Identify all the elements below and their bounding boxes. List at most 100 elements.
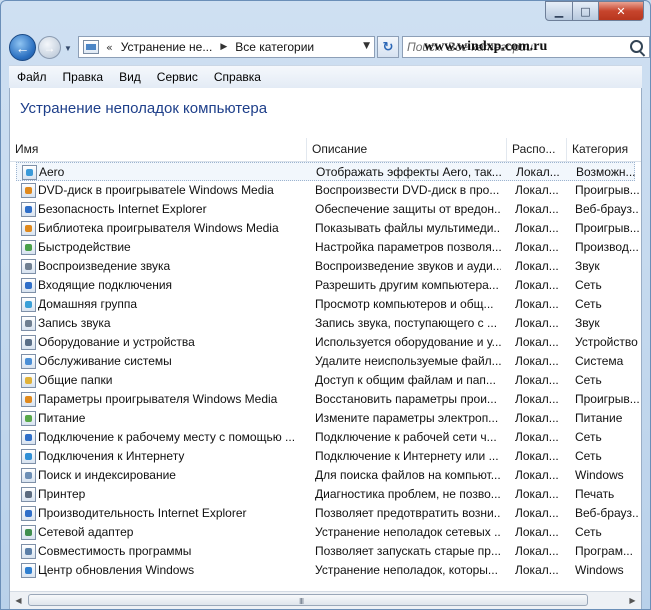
refresh-icon: ↻ [382,39,394,55]
item-description: Диагностика проблем, не позво... [315,487,501,501]
menu-file[interactable]: Файл [9,70,55,84]
item-location: Локал... [515,468,559,482]
item-location: Локал... [515,563,559,577]
list-item[interactable]: Сетевой адаптер Устранение неполадок сете… [10,523,641,542]
item-category: Возможн... [576,165,636,179]
minimize-button[interactable]: ▁ [545,1,573,21]
menu-edit[interactable]: Правка [55,70,112,84]
refresh-button[interactable]: ↻ [377,36,399,58]
scroll-left-button[interactable]: ◀ [10,592,27,609]
list-item[interactable]: Производительность Internet Explorer Позв… [10,504,641,523]
forward-arrow-icon: → [43,40,56,55]
list-item[interactable]: Подключения к Интернету Подключение к Инт… [10,447,641,466]
item-name: Совместимость программы [38,544,192,558]
list-item[interactable]: Подключение к рабочему месту с помощью .… [10,428,641,447]
item-name: Сетевой адаптер [38,525,134,539]
media-settings-icon [21,392,36,407]
item-location: Локал... [516,165,560,179]
scroll-thumb[interactable]: III [28,594,588,606]
workplace-icon [21,430,36,445]
address-overflow-chevron[interactable]: « [106,41,113,54]
maximize-button[interactable]: □ [573,1,599,21]
internet-icon [21,449,36,464]
list-item[interactable]: Безопасность Internet Explorer Обеспечени… [10,200,641,219]
item-location: Локал... [515,449,559,463]
item-category: Веб-брауз... [575,202,639,216]
list-item[interactable]: Входящие подключения Разрешить другим ком… [10,276,641,295]
list-item[interactable]: Общие папки Доступ к общим файлам и пап..… [10,371,641,390]
address-dropdown-icon[interactable]: ▼ [363,41,370,51]
item-description: Обеспечение защиты от вредон... [315,202,501,216]
column-header-name[interactable]: Имя [10,138,307,161]
item-name: Безопасность Internet Explorer [38,202,207,216]
scroll-right-button[interactable]: ▶ [624,592,641,609]
list-item[interactable]: Оборудование и устройства Используется об… [10,333,641,352]
item-location: Локал... [515,278,559,292]
item-location: Локал... [515,335,559,349]
list-item[interactable]: DVD-диск в проигрыватele Windows Media Во… [10,181,641,200]
item-category: Сеть [575,297,602,311]
column-header-category[interactable]: Категория [567,138,643,161]
item-location: Локал... [515,259,559,273]
item-location: Локал... [515,240,559,254]
item-name: Центр обновления Windows [38,563,195,577]
list-item[interactable]: Воспроизведение звука Воспроизведение зву… [10,257,641,276]
aero-icon [22,165,37,180]
item-location: Локал... [515,487,559,501]
list-item[interactable]: Запись звука Запись звука, поступающего с… [10,314,641,333]
list-item[interactable]: Быстродействие Настройка параметров позво… [10,238,641,257]
explorer-window: ▁ □ ✕ ← → ▼ « Устранение не... ▶ Все кат… [0,0,651,610]
item-category: Програм... [575,544,633,558]
list-item[interactable]: Совместимость программы Позволяет запуска… [10,542,641,561]
item-location: Локал... [515,411,559,425]
close-button[interactable]: ✕ [599,1,644,21]
maintenance-icon [21,354,36,369]
menu-help[interactable]: Справка [206,70,269,84]
menu-view[interactable]: Вид [111,70,149,84]
windows-update-icon [21,563,36,578]
list-item[interactable]: Центр обновления Windows Устранение непол… [10,561,641,580]
dvd-icon [21,183,36,198]
breadcrumb-separator-icon[interactable]: ▶ [220,42,227,52]
item-location: Локал... [515,373,559,387]
list-header: Имя Описание Распо... Категория [10,138,641,162]
breadcrumb-all-categories[interactable]: Все категории [235,40,314,54]
horizontal-scrollbar[interactable]: ◀ III ▶ [10,591,641,609]
menu-bar: Файл Правка Вид Сервис Справка [9,65,642,89]
address-bar[interactable]: « Устранение не... ▶ Все категории ▼ [78,36,375,58]
list-item[interactable]: Библиотека проигрывателя Windows Media По… [10,219,641,238]
item-category: Windows [575,468,624,482]
item-description: Восстановить параметры прои... [315,392,497,406]
performance-icon [21,240,36,255]
list-item[interactable]: Домашняя группа Просмотр компьютеров и об… [10,295,641,314]
item-name: Параметры проигрывателя Windows Media [38,392,278,406]
search-icon[interactable] [630,40,643,53]
menu-tools[interactable]: Сервис [149,70,206,84]
item-description: Просмотр компьютеров и общ... [315,297,494,311]
back-button[interactable]: ← [9,34,36,61]
item-description: Отображать эффекты Aero, так... [316,165,502,179]
list-item[interactable]: Aero Отображать эффекты Aero, так... Локал… [16,162,636,181]
item-location: Локал... [515,297,559,311]
item-location: Локал... [515,354,559,368]
recent-pages-button[interactable]: ▼ [63,42,73,54]
item-name: Запись звука [38,316,111,330]
column-header-description[interactable]: Описание [307,138,507,161]
list-item[interactable]: Параметры проигрывателя Windows Media Вос… [10,390,641,409]
list-item[interactable]: Питание Измените параметры электроп... Лок… [10,409,641,428]
list-item[interactable]: Принтер Диагностика проблем, не позво... Л… [10,485,641,504]
list-item[interactable]: Обслуживание системы Удалите неиспользуем… [10,352,641,371]
item-description: Запись звука, поступающего с ... [315,316,498,330]
item-category: Проигрыв... [575,183,639,197]
item-name: Обслуживание системы [38,354,172,368]
watermark: www.windxp.com.ru [424,39,548,54]
item-name: Общие папки [38,373,113,387]
breadcrumb-troubleshooting[interactable]: Устранение не... [121,40,213,54]
column-header-location[interactable]: Распо... [507,138,567,161]
list-item[interactable]: Поиск и индексирование Для поиска файлов … [10,466,641,485]
item-location: Локал... [515,202,559,216]
homegroup-icon [21,297,36,312]
forward-button[interactable]: → [38,36,61,59]
compatibility-icon [21,544,36,559]
item-description: Подключение к Интернету или ... [315,449,499,463]
